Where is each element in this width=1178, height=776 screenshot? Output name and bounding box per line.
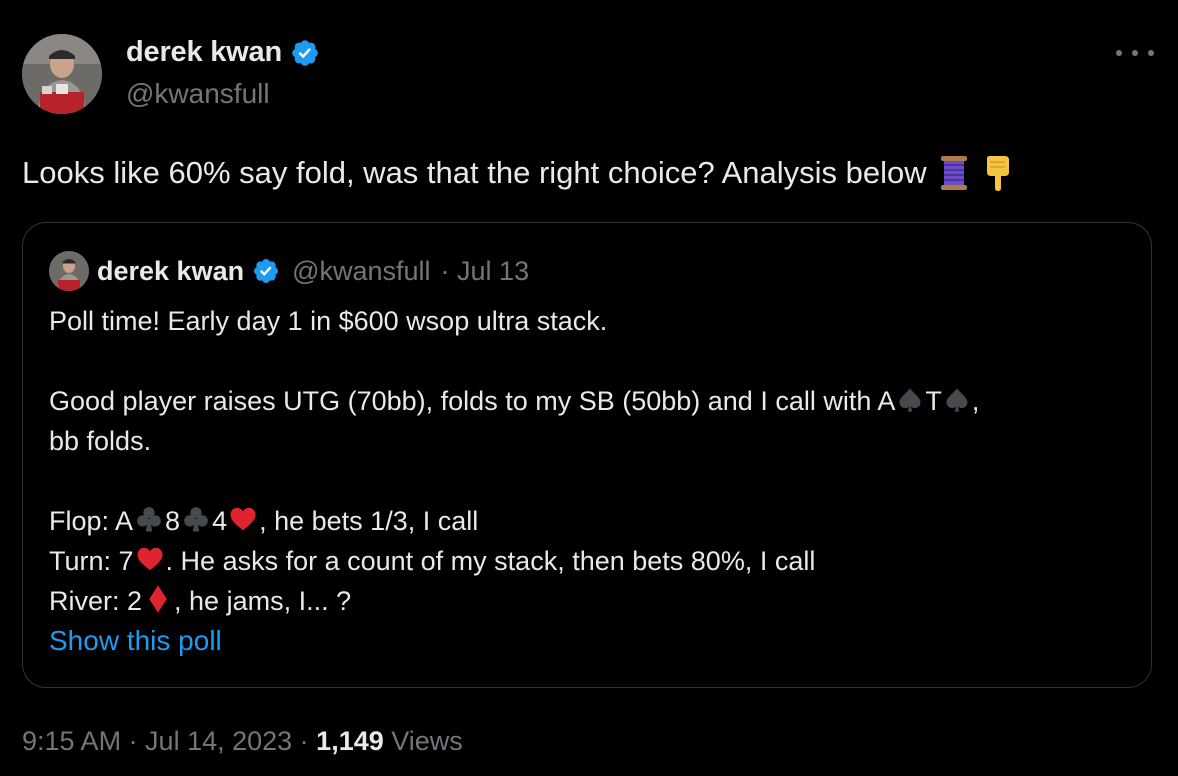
heart-icon (137, 547, 163, 571)
quote-text: Flop: A (49, 506, 134, 536)
quote-text: River: 2 (49, 586, 143, 616)
turn-line: Turn: 7 . He asks for a count of my stack… (49, 541, 1119, 581)
quote-line: Poll time! Early day 1 in $600 wsop ultr… (49, 306, 608, 336)
spade-icon (899, 388, 921, 412)
tweet-timestamp[interactable]: 9:15 AM · Jul 14, 2023 · (22, 726, 316, 756)
quote-text: T (925, 386, 942, 416)
quote-text: Turn: 7 (49, 546, 134, 576)
show-poll-link[interactable]: Show this poll (49, 625, 222, 657)
avatar-photo (22, 34, 102, 114)
views-count: 1,149 (316, 726, 384, 756)
dot (1116, 50, 1122, 56)
club-icon (137, 507, 161, 532)
dot (1132, 50, 1138, 56)
flop-line: Flop: A 8 4 , he bets 1/3, I call (49, 501, 1119, 541)
quote-line: bb folds. (49, 426, 152, 456)
quote-text: , (971, 386, 980, 416)
author-avatar[interactable] (22, 34, 102, 114)
diamond-icon (149, 585, 167, 613)
verified-badge-icon[interactable] (290, 38, 320, 68)
verified-badge-icon[interactable] (252, 257, 280, 285)
quote-text: 8 (165, 506, 181, 536)
tweet-footer: 9:15 AM · Jul 14, 2023 · 1,149 Views (22, 726, 463, 757)
more-options-icon[interactable] (1116, 38, 1154, 68)
author-name[interactable]: derek kwan (126, 36, 282, 69)
quoted-tweet-date[interactable]: · Jul 13 (441, 256, 530, 287)
quoted-author-handle[interactable]: @kwansfull (292, 256, 430, 287)
heart-icon (230, 507, 256, 531)
quote-text: . He asks for a count of my stack, then … (165, 546, 816, 576)
avatar-photo (49, 251, 89, 291)
quoted-author-name[interactable]: derek kwan (97, 256, 244, 287)
quoted-tweet[interactable]: derek kwan @kwansfull · Jul 13 Poll time… (22, 222, 1152, 688)
quote-text: , he jams, I... ? (174, 586, 352, 616)
spade-icon (946, 388, 968, 412)
author-name-row: derek kwan (126, 36, 320, 69)
quoted-tweet-body: Poll time! Early day 1 in $600 wsop ultr… (49, 301, 1119, 621)
spool-of-thread-icon (937, 154, 971, 192)
club-icon (184, 507, 208, 532)
author-handle[interactable]: @kwansfull (126, 78, 270, 110)
views-label: Views (383, 726, 463, 756)
quoted-author-avatar[interactable] (49, 251, 89, 291)
pointing-down-hand-icon (981, 154, 1015, 192)
tweet-body: Looks like 60% say fold, was that the ri… (22, 155, 927, 190)
dot (1148, 50, 1154, 56)
quote-line: Good player raises UTG (70bb), folds to … (49, 381, 1119, 421)
quote-text: 4 (212, 506, 228, 536)
quote-text: , he bets 1/3, I call (259, 506, 479, 536)
quoted-tweet-header: derek kwan @kwansfull · Jul 13 (49, 251, 529, 291)
tweet-text: Looks like 60% say fold, was that the ri… (22, 154, 1015, 192)
quote-text: Good player raises UTG (70bb), folds to … (49, 386, 896, 416)
river-line: River: 2 , he jams, I... ? (49, 581, 1119, 621)
